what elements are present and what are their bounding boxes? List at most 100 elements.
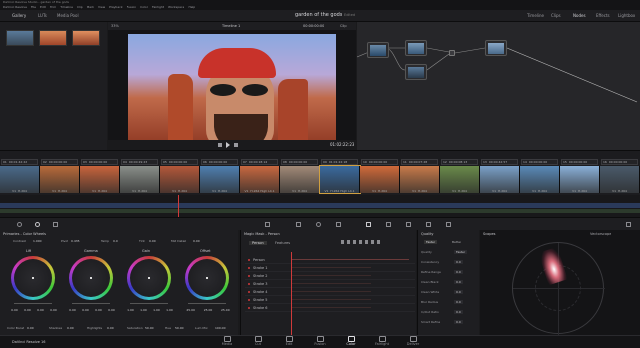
next-button[interactable] — [234, 143, 238, 147]
temp-value[interactable]: 0.0 — [113, 239, 118, 243]
mask-stroke-row[interactable]: Person — [245, 256, 415, 264]
wheel-value[interactable]: 0.00 — [37, 308, 44, 312]
scope-mode-select[interactable]: Vectorscope — [590, 232, 611, 236]
wheel-value[interactable]: 0.00 — [69, 308, 76, 312]
setting-value[interactable]: 0.0 — [454, 320, 463, 324]
mini-timeline[interactable] — [0, 195, 640, 217]
hue-value[interactable]: 50.00 — [175, 326, 184, 330]
mask-stroke-row[interactable]: Stroke 4 — [245, 288, 415, 296]
lum-mix-value[interactable]: 100.00 — [215, 326, 226, 330]
clip-thumbnail[interactable]: 05 00:00:00:00 V1 H.264 — [160, 159, 200, 193]
effects-button[interactable]: Effects — [596, 13, 610, 18]
gallery-still[interactable] — [72, 30, 100, 46]
wheel-value[interactable]: 25.00 — [221, 308, 230, 312]
saturation-value[interactable]: 50.00 — [145, 326, 154, 330]
wheel-center-handle[interactable] — [32, 277, 34, 279]
gallery-still[interactable] — [39, 30, 67, 46]
mask-stroke-row[interactable]: Stroke 5 — [245, 296, 415, 304]
clip-thumbnail[interactable]: 02 00:00:00:00 V1 H.264 — [40, 159, 80, 193]
page-fusion[interactable]: Fusion — [305, 335, 335, 348]
tab-person[interactable]: Person — [249, 241, 267, 245]
wheel-value[interactable]: 0.00 — [24, 308, 31, 312]
tracker-icon[interactable] — [336, 222, 341, 227]
magic-mask-icon[interactable] — [366, 222, 371, 227]
clips-button[interactable]: Clips — [551, 13, 561, 18]
clip-thumbnail[interactable]: 14 00:00:00:00 V1 H.264 — [520, 159, 560, 193]
setting-value[interactable]: 0.0 — [454, 310, 463, 314]
color-boost-value[interactable]: 0.00 — [27, 326, 34, 330]
setting-value[interactable]: 0.0 — [454, 270, 463, 274]
clip-thumbnail[interactable]: 10 00:00:00:00 V1 H.264 — [360, 159, 400, 193]
mixer-node[interactable] — [449, 50, 455, 56]
page-fairlight[interactable]: Fairlight — [367, 335, 397, 348]
media-pool-button[interactable]: Media Pool — [57, 13, 79, 18]
clip-thumbnail[interactable]: 09 01:01:22:18 V1 H.264 High L4.1 — [319, 159, 361, 194]
wheel-value[interactable]: 0.00 — [50, 308, 57, 312]
color-wheel[interactable] — [11, 256, 55, 300]
mask-stroke-row[interactable]: Stroke 1 — [245, 264, 415, 272]
wheel-value[interactable]: 25.00 — [186, 308, 195, 312]
page-deliver[interactable]: Deliver — [398, 335, 428, 348]
color-node-1[interactable] — [367, 42, 389, 58]
luts-button[interactable]: LUTs — [38, 13, 47, 18]
contrast-value[interactable]: 1.000 — [33, 239, 42, 243]
key-icon[interactable] — [406, 222, 411, 227]
setting-value[interactable]: 0.0 — [454, 260, 463, 264]
mask-stroke-row[interactable]: Stroke 3 — [245, 280, 415, 288]
pivot-value[interactable]: 0.435 — [71, 239, 80, 243]
playhead[interactable] — [178, 195, 179, 217]
gallery-button[interactable]: Gallery — [12, 13, 26, 18]
wheel-value[interactable]: 1.00 — [140, 308, 147, 312]
clip-thumbnail[interactable]: 12 00:00:08:13 V1 H.264 — [440, 159, 480, 193]
mode-better-button[interactable]: Better — [452, 240, 461, 244]
blur-icon[interactable] — [386, 222, 391, 227]
color-match-icon[interactable] — [35, 222, 40, 227]
tint-value[interactable]: 0.00 — [149, 239, 156, 243]
master-wheel-slider[interactable] — [14, 303, 52, 304]
zoom-level[interactable]: 33% — [111, 24, 119, 28]
sizing-icon[interactable] — [426, 222, 431, 227]
lightbox-button[interactable]: Lightbox — [618, 13, 635, 18]
shadows-value[interactable]: 0.00 — [67, 326, 74, 330]
stop-button[interactable] — [218, 143, 222, 147]
timeline-button[interactable]: Timeline — [527, 13, 544, 18]
wheel-center-handle[interactable] — [148, 277, 150, 279]
page-cut[interactable]: Cut — [243, 335, 273, 348]
hdr-icon[interactable] — [53, 222, 58, 227]
setting-value[interactable]: 0.0 — [454, 290, 463, 294]
color-wheel[interactable] — [185, 256, 229, 300]
scopes-icon[interactable] — [626, 222, 631, 227]
clip-thumbnail[interactable]: 06 00:00:00:00 V1 H.264 — [200, 159, 240, 193]
wheel-value[interactable]: 0.00 — [11, 308, 18, 312]
clip-thumbnail[interactable]: 15 00:00:00:00 V1 H.264 — [560, 159, 600, 193]
clip-thumbnail[interactable]: 07 00:00:18:14 V1 H.264 High L4.1 — [240, 159, 280, 193]
gallery-still[interactable] — [6, 30, 34, 46]
camera-raw-icon[interactable] — [17, 222, 22, 227]
clip-thumbnail[interactable]: 11 00:00:07:28 V1 H.264 — [400, 159, 440, 193]
wheel-center-handle[interactable] — [90, 277, 92, 279]
mask-stroke-row[interactable]: Stroke 6 — [245, 304, 415, 312]
color-wheel[interactable] — [69, 256, 113, 300]
mask-stroke-row[interactable]: Stroke 2 — [245, 272, 415, 280]
clip-thumbnail[interactable]: 08 00:00:00:00 V1 H.264 — [280, 159, 320, 193]
timeline-selector[interactable]: Timeline 1 — [222, 24, 240, 28]
wheel-value[interactable]: 1.00 — [153, 308, 160, 312]
3d-icon[interactable] — [446, 222, 451, 227]
page-edit[interactable]: Edit — [274, 335, 304, 348]
clip-thumbnail[interactable]: 03 00:00:00:00 V1 H.264 — [80, 159, 120, 193]
setting-value[interactable]: Faster — [454, 250, 468, 254]
viewer-image[interactable] — [128, 34, 336, 150]
master-wheel-slider[interactable] — [72, 303, 110, 304]
wheel-value[interactable]: 25.00 — [204, 308, 213, 312]
setting-value[interactable]: 0.0 — [454, 280, 463, 284]
play-button[interactable] — [226, 142, 230, 148]
master-wheel-slider[interactable] — [188, 303, 226, 304]
nodes-button[interactable]: Nodes — [573, 13, 586, 18]
clip-thumbnail[interactable]: 04 00:00:29:23 V1 H.264 — [120, 159, 160, 193]
clip-thumbnail[interactable]: 16 00:00:00:00 V1 H.264 — [600, 159, 640, 193]
mode-faster-button[interactable]: Faster — [424, 240, 438, 244]
wheel-value[interactable]: 0.00 — [108, 308, 115, 312]
window-icon[interactable] — [316, 222, 321, 227]
wheel-center-handle[interactable] — [206, 277, 208, 279]
color-wheel[interactable] — [127, 256, 171, 300]
